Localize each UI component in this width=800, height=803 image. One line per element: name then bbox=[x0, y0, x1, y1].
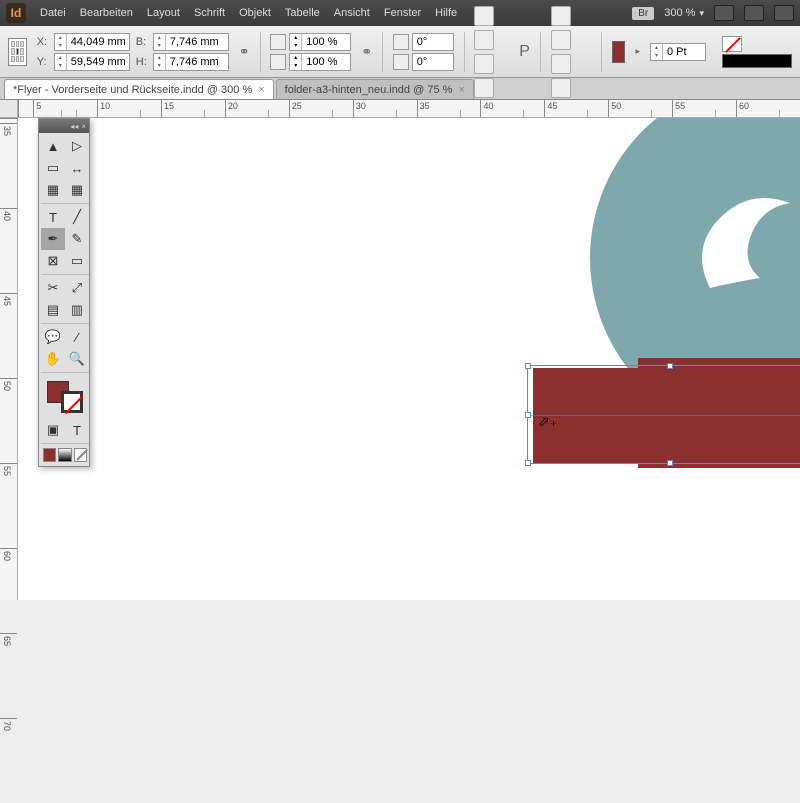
tab-folder[interactable]: folder-a3-hinten_neu.indd @ 75 %× bbox=[276, 79, 474, 99]
eyedropper-tool[interactable]: ⁄ bbox=[65, 326, 89, 348]
select-container-icon[interactable] bbox=[551, 6, 571, 26]
arrange-icon[interactable] bbox=[744, 5, 764, 21]
paragraph-icon[interactable]: P bbox=[519, 43, 530, 61]
y-field[interactable]: ▴▾ bbox=[54, 53, 130, 71]
direct-selection-tool[interactable]: ▷ bbox=[65, 135, 89, 157]
x-field[interactable]: ▴▾ bbox=[54, 33, 130, 51]
apply-gradient-icon[interactable] bbox=[58, 448, 71, 462]
logo-swirl bbox=[660, 148, 800, 348]
selection-frame bbox=[527, 365, 800, 464]
shear-icon bbox=[393, 54, 409, 70]
apply-none-icon[interactable] bbox=[74, 448, 87, 462]
menu-fenster[interactable]: Fenster bbox=[384, 7, 421, 19]
control-panel: X: ▴▾ B: ▴▾ Y: ▴▾ H: ▴▾ ⚭ ▴▾ ▴▾ ⚭ P bbox=[0, 26, 800, 78]
menu-layout[interactable]: Layout bbox=[147, 7, 180, 19]
select-next-icon[interactable] bbox=[551, 78, 571, 98]
rectangle-frame-tool[interactable]: ⊠ bbox=[41, 250, 65, 272]
stroke-weight-field[interactable]: ▴▾ bbox=[650, 43, 706, 61]
rotate-icon bbox=[393, 34, 409, 50]
formatting-container-icon[interactable]: ▣ bbox=[41, 419, 65, 441]
document-tabs: *Flyer - Vorderseite und Rückseite.indd … bbox=[0, 78, 800, 100]
tools-panel[interactable]: ◂◂× ▲ ▷ ▭ ↔ ▦ ▦ T ╱ ✒ ✎ ⊠ ▭ ✂ ⤢ ▤ ▥ 💬 ⁄ … bbox=[38, 118, 90, 467]
zoom-tool[interactable]: 🔍 bbox=[65, 348, 89, 370]
close-icon[interactable]: × bbox=[458, 84, 464, 96]
apply-color-icon[interactable] bbox=[43, 448, 56, 462]
cursor-icon: ⬀₊ bbox=[538, 413, 557, 430]
selection-tool[interactable]: ▲ bbox=[41, 135, 65, 157]
ruler-horizontal[interactable]: 510 1520 2530 3540 4550 5560 bbox=[18, 100, 800, 118]
x-label: X: bbox=[37, 36, 51, 48]
hand-tool[interactable]: ✋ bbox=[41, 348, 65, 370]
content-collector-tool[interactable]: ▦ bbox=[41, 179, 65, 201]
gradient-feather-tool[interactable]: ▥ bbox=[65, 299, 89, 321]
zoom-dropdown[interactable]: 300 % bbox=[664, 7, 704, 19]
menu-datei[interactable]: Datei bbox=[40, 7, 66, 19]
scale-x-field[interactable]: ▴▾ bbox=[289, 33, 351, 51]
rotate-field[interactable] bbox=[412, 33, 454, 51]
stroke-style-dropdown[interactable] bbox=[722, 54, 792, 68]
formatting-text-icon[interactable]: T bbox=[65, 419, 89, 441]
bridge-button[interactable]: Br bbox=[632, 7, 654, 20]
flip-h-icon[interactable] bbox=[474, 30, 494, 50]
tab-flyer[interactable]: *Flyer - Vorderseite und Rückseite.indd … bbox=[4, 79, 274, 99]
rotate-ccw-icon[interactable] bbox=[474, 54, 494, 74]
menu-ansicht[interactable]: Ansicht bbox=[334, 7, 370, 19]
pencil-tool[interactable]: ✎ bbox=[65, 228, 89, 250]
select-content-icon[interactable] bbox=[551, 30, 571, 50]
ruler-vertical[interactable]: 3540 4550 5560 6570 bbox=[0, 118, 18, 600]
flip-v-icon[interactable] bbox=[474, 78, 494, 98]
h-field[interactable]: ▴▾ bbox=[153, 53, 229, 71]
type-tool[interactable]: T bbox=[41, 206, 65, 228]
scale-x-icon bbox=[270, 34, 286, 50]
scissors-tool[interactable]: ✂ bbox=[41, 277, 65, 299]
content-placer-tool[interactable]: ▦ bbox=[65, 179, 89, 201]
rectangle-tool[interactable]: ▭ bbox=[65, 250, 89, 272]
stroke-swatch[interactable] bbox=[61, 391, 83, 413]
gap-tool[interactable]: ↔ bbox=[65, 157, 89, 179]
canvas[interactable]: ⬀₊ bbox=[18, 118, 800, 600]
h-label: H: bbox=[136, 56, 150, 68]
panel-header[interactable]: ◂◂× bbox=[39, 119, 89, 133]
no-stroke-swatch[interactable] bbox=[722, 36, 742, 52]
rotate-cw-icon[interactable] bbox=[474, 6, 494, 26]
app-logo: Id bbox=[6, 3, 26, 23]
page-tool[interactable]: ▭ bbox=[41, 157, 65, 179]
fill-stroke-control[interactable] bbox=[45, 379, 85, 415]
close-icon[interactable]: × bbox=[258, 84, 264, 96]
link-wh-icon[interactable]: ⚭ bbox=[239, 36, 250, 68]
w-label: B: bbox=[136, 36, 150, 48]
gradient-swatch-tool[interactable]: ▤ bbox=[41, 299, 65, 321]
menubar: Id Datei Bearbeiten Layout Schrift Objek… bbox=[0, 0, 800, 26]
menu-schrift[interactable]: Schrift bbox=[194, 7, 225, 19]
free-transform-tool[interactable]: ⤢ bbox=[65, 277, 89, 299]
w-field[interactable]: ▴▾ bbox=[153, 33, 229, 51]
ruler-origin[interactable] bbox=[0, 100, 18, 118]
select-prev-icon[interactable] bbox=[551, 54, 571, 74]
screen-mode-icon[interactable] bbox=[714, 5, 734, 21]
menu-objekt[interactable]: Objekt bbox=[239, 7, 271, 19]
reference-point[interactable] bbox=[8, 38, 27, 66]
fill-color-swatch[interactable] bbox=[612, 41, 626, 63]
pen-tool[interactable]: ✒ bbox=[41, 228, 65, 250]
scale-y-icon bbox=[270, 54, 286, 70]
link-scale-icon[interactable]: ⚭ bbox=[361, 36, 372, 68]
note-tool[interactable]: 💬 bbox=[41, 326, 65, 348]
menu-tabelle[interactable]: Tabelle bbox=[285, 7, 320, 19]
line-tool[interactable]: ╱ bbox=[65, 206, 89, 228]
shear-field[interactable] bbox=[412, 53, 454, 71]
workspace-icon[interactable] bbox=[774, 5, 794, 21]
menu-bearbeiten[interactable]: Bearbeiten bbox=[80, 7, 133, 19]
y-label: Y: bbox=[37, 56, 51, 68]
scale-y-field[interactable]: ▴▾ bbox=[289, 53, 351, 71]
menu-hilfe[interactable]: Hilfe bbox=[435, 7, 457, 19]
